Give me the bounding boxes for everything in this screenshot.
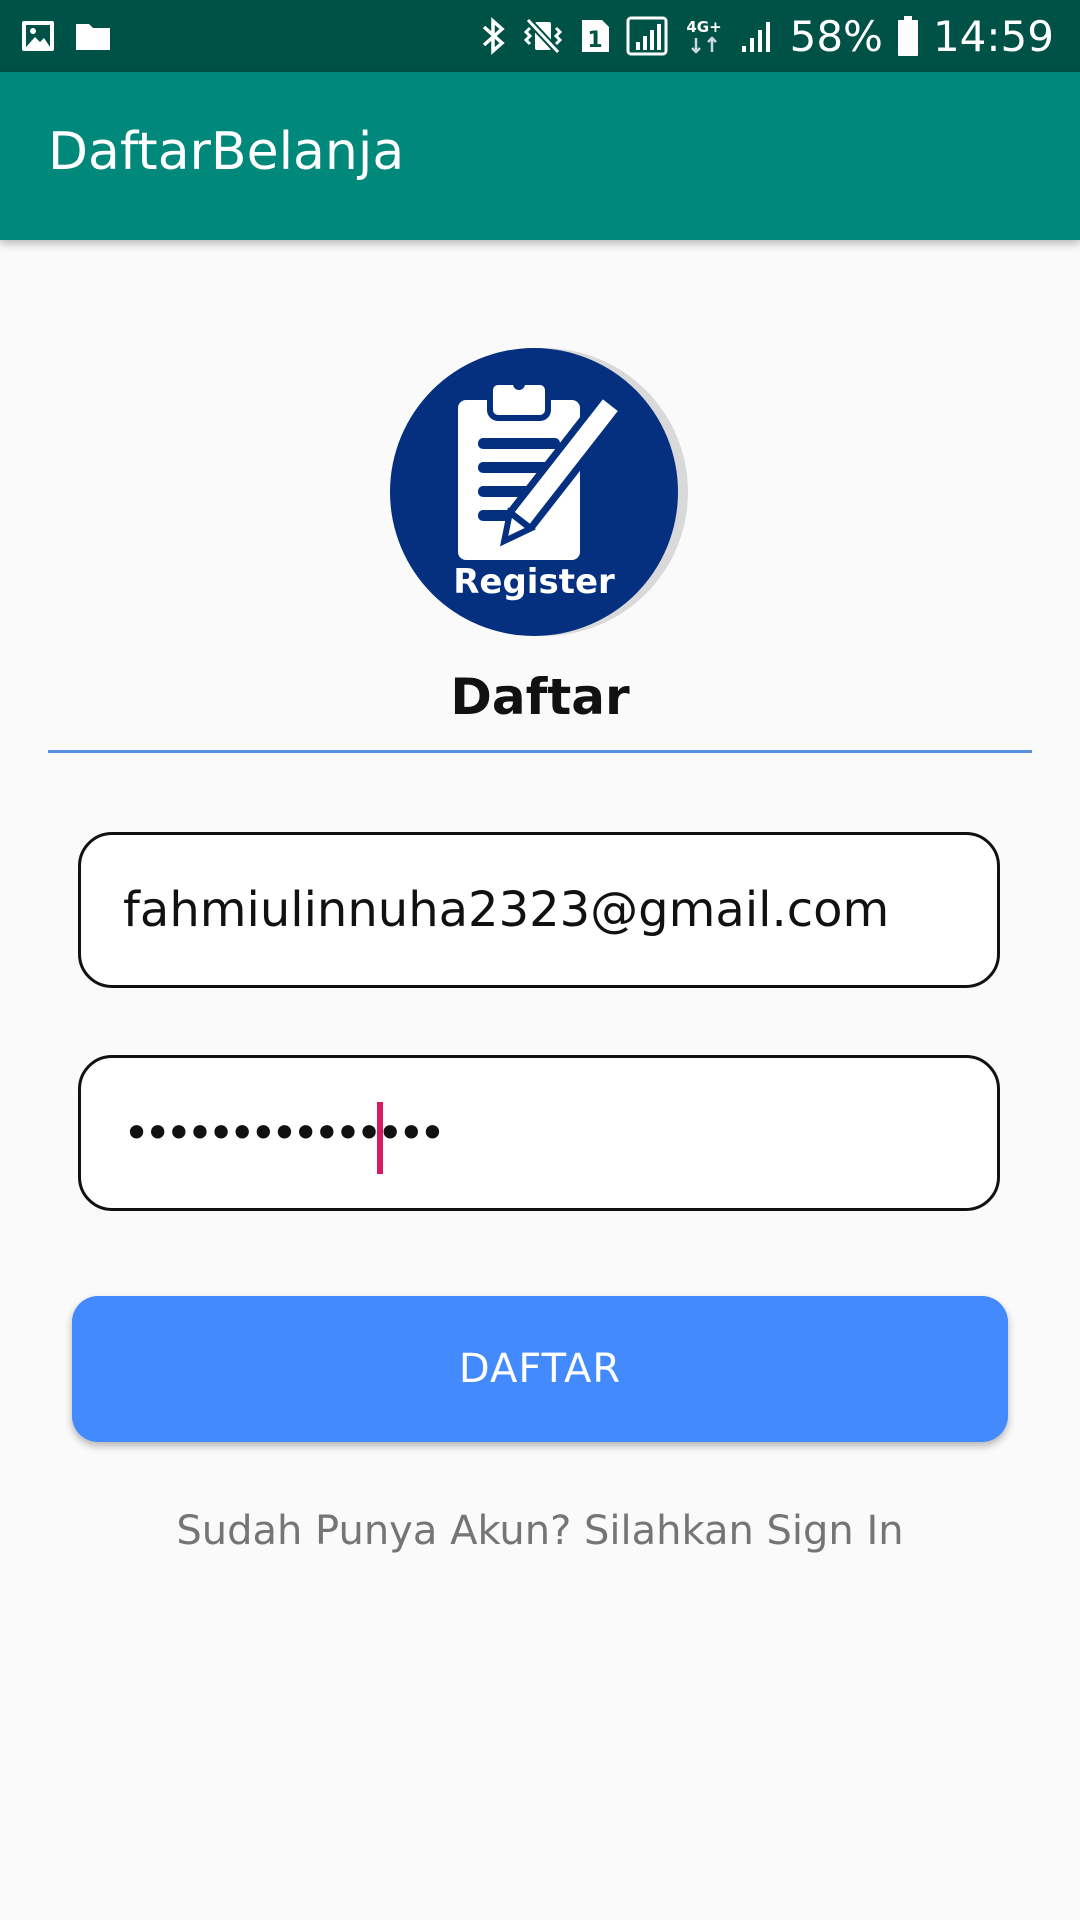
register-button[interactable]: DAFTAR — [72, 1296, 1008, 1442]
register-logo: Register — [388, 346, 688, 646]
svg-text:1: 1 — [587, 28, 602, 53]
status-left-icons — [20, 16, 112, 56]
battery-percent: 58% — [789, 11, 883, 61]
logo-circle: Register — [390, 348, 678, 636]
app-bar: DaftarBelanja — [0, 72, 1080, 240]
svg-text:4G+: 4G+ — [686, 18, 721, 36]
heading-divider — [48, 750, 1032, 753]
register-screen: 1 4G+ 58% 14:59 DaftarBelanja Register D… — [0, 0, 1080, 1920]
app-title: DaftarBelanja — [48, 122, 405, 182]
status-bar: 1 4G+ 58% 14:59 — [0, 0, 1080, 72]
email-field[interactable] — [78, 832, 1000, 988]
network-4g-icon: 4G+ — [686, 18, 721, 54]
battery-icon — [897, 16, 918, 56]
email-input[interactable] — [123, 835, 963, 985]
signal-icon — [741, 22, 770, 52]
status-right-icons: 1 4G+ 58% 14:59 — [480, 10, 1054, 62]
password-value: ••••••••••••••• — [123, 1106, 446, 1160]
logo-label: Register — [453, 562, 615, 602]
signin-link[interactable]: Sudah Punya Akun? Silahkan Sign In — [0, 1508, 1080, 1554]
vibrate-icon — [523, 17, 562, 55]
folder-icon — [76, 24, 110, 50]
sim-icon: 1 — [581, 20, 609, 53]
page-title: Daftar — [450, 668, 630, 726]
bluetooth-icon — [482, 17, 505, 55]
image-icon — [22, 21, 54, 51]
password-field[interactable]: ••••••••••••••• — [78, 1055, 1000, 1211]
text-cursor — [377, 1102, 383, 1174]
signal-icon — [626, 16, 668, 56]
clock: 14:59 — [932, 11, 1054, 61]
